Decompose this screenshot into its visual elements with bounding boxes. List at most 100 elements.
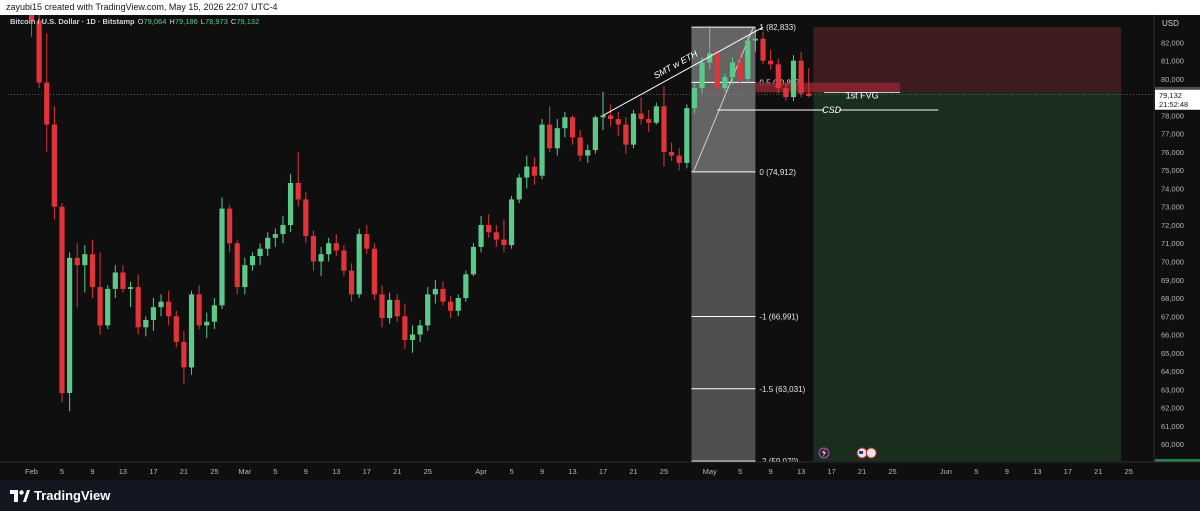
time-tick-label: 21	[1094, 467, 1102, 476]
candle-bullish[interactable]	[356, 228, 362, 299]
candle-body	[790, 60, 797, 98]
candle-body	[691, 88, 698, 109]
candle-body	[67, 257, 73, 393]
candle-body	[653, 106, 659, 123]
candle-bullish[interactable]	[699, 56, 705, 94]
candle-body	[371, 248, 377, 295]
candle-body	[608, 115, 614, 120]
candle-bullish[interactable]	[508, 195, 515, 249]
candle-body	[97, 287, 103, 326]
candle-bearish[interactable]	[303, 192, 309, 244]
candle-body	[600, 115, 606, 118]
candle-body	[341, 250, 347, 271]
candle-body	[181, 341, 187, 368]
candle-bullish[interactable]	[592, 115, 598, 154]
candle-bearish[interactable]	[234, 239, 240, 295]
lightning-event-icon[interactable]	[818, 447, 830, 459]
candle-body	[249, 256, 256, 266]
candle-body	[188, 294, 195, 368]
candle-body	[394, 299, 400, 317]
price-chart[interactable]: 1 (82,833)0.5 (79,807)0 (74,912)-1 (66,9…	[0, 0, 1200, 480]
candle-body	[661, 106, 667, 152]
candle-body	[699, 62, 705, 89]
candle-body	[425, 294, 431, 326]
candle-body	[105, 288, 111, 326]
candle-bullish[interactable]	[790, 55, 797, 101]
time-tick-label: 17	[149, 467, 157, 476]
tradingview-logo[interactable]: TradingView	[10, 488, 110, 503]
ohlc-close-value: 79,132	[236, 17, 259, 26]
candle-body	[798, 60, 804, 94]
candle-bullish[interactable]	[67, 252, 73, 412]
candle-body	[722, 77, 728, 89]
candle-body	[120, 272, 126, 289]
tradingview-brand: TradingView	[34, 488, 111, 503]
candle-bullish[interactable]	[219, 197, 225, 309]
candle-body	[158, 301, 164, 308]
candle-bullish[interactable]	[539, 119, 545, 180]
candle-body	[242, 265, 248, 288]
chart-credit-bar: zayubi15 created with TradingView.com, M…	[0, 0, 1200, 15]
candle-bearish[interactable]	[173, 310, 179, 348]
candle-body	[524, 166, 530, 178]
candle-bullish[interactable]	[630, 109, 637, 149]
candle-body	[333, 243, 339, 251]
ohlc-open-value: 79,064	[143, 17, 166, 26]
candle-bullish[interactable]	[463, 270, 469, 302]
price-tick-label: 75,000	[1161, 166, 1184, 175]
candle-body	[348, 270, 355, 295]
candle-body	[326, 243, 332, 255]
candle-body	[280, 224, 286, 235]
candle-body	[59, 206, 65, 393]
candle-body	[402, 316, 408, 341]
candle-bearish[interactable]	[59, 203, 65, 403]
price-tick-label: 80,000	[1161, 75, 1184, 84]
take-profit-zone[interactable]	[813, 92, 1122, 462]
candle-body	[387, 299, 393, 319]
candle-body	[89, 254, 96, 288]
fib-level-label: 0 (74,912)	[759, 168, 796, 177]
us-flag-circle-b	[865, 447, 877, 459]
candle-body	[287, 182, 294, 225]
candle-body	[272, 234, 278, 238]
time-tick-label: 21	[180, 467, 188, 476]
price-tick-label: 74,000	[1161, 184, 1184, 193]
currency-label: USD	[1162, 19, 1179, 28]
candle-body	[409, 334, 416, 341]
time-tick-label: Mar	[238, 467, 251, 476]
time-tick-label: 25	[888, 467, 896, 476]
time-tick-label: Apr	[475, 467, 487, 476]
candle-body	[74, 257, 80, 266]
price-tick-label: 68,000	[1161, 294, 1184, 303]
time-tick-label: 5	[738, 467, 742, 476]
candle-body	[364, 234, 370, 249]
bar-countdown: 21:52:48	[1159, 100, 1188, 109]
candle-body	[516, 177, 522, 200]
time-tick-label: 5	[60, 467, 64, 476]
candle-body	[508, 199, 515, 246]
csd-label: CSD	[822, 105, 842, 115]
time-tick-label: 9	[90, 467, 94, 476]
candle-body	[44, 82, 50, 125]
candle-body	[638, 113, 644, 120]
candle-body	[630, 113, 637, 145]
candle-bullish[interactable]	[745, 36, 751, 83]
candle-bullish[interactable]	[684, 104, 690, 169]
candle-bullish[interactable]	[516, 173, 522, 204]
symbol-name: Bitcoin / U.S. Dollar · 1D · Bitstamp	[10, 17, 135, 26]
candle-bullish[interactable]	[105, 285, 111, 330]
price-tick-label: 60,000	[1161, 440, 1184, 449]
price-tick-label: 81,000	[1161, 57, 1184, 66]
candle-body	[143, 319, 149, 328]
candle-bearish[interactable]	[371, 243, 377, 300]
candle-bullish[interactable]	[470, 243, 477, 277]
candle-body	[51, 124, 57, 207]
time-tick-label: 13	[1033, 467, 1041, 476]
candle-body	[501, 239, 507, 246]
time-tick-label: 21	[629, 467, 637, 476]
candle-bullish[interactable]	[188, 290, 195, 375]
candle-body	[295, 182, 301, 200]
candle-body	[562, 117, 568, 129]
candle-body	[135, 287, 141, 328]
chart-frame[interactable]: 1 (82,833)0.5 (79,807)0 (74,912)-1 (66,9…	[0, 0, 1200, 480]
